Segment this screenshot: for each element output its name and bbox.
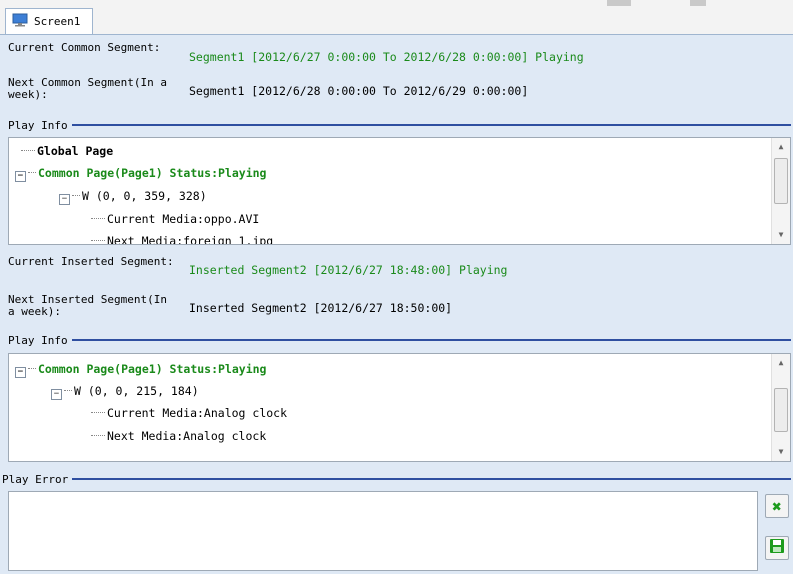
play-info-tree-1[interactable]: Global Page − Common Page(Page1) Status:P… <box>8 137 791 245</box>
scroll-down-icon[interactable]: ▼ <box>772 445 790 459</box>
clear-icon: ✖ <box>772 496 782 516</box>
current-common-segment-value: Segment1 [2012/6/27 0:00:00 To 2012/6/28… <box>189 50 584 64</box>
play-error-section-header: Play Error <box>2 472 791 486</box>
next-inserted-segment-label: Next Inserted Segment(In a week): <box>8 293 167 318</box>
current-inserted-segment-value: Inserted Segment2 [2012/6/27 18:48:00] P… <box>189 263 508 277</box>
tab-screen1[interactable]: Screen1 <box>5 8 93 34</box>
tree-node-window[interactable]: − W (0, 0, 359, 328) <box>59 189 207 205</box>
tree-node-next-media[interactable]: Next Media:Analog clock <box>91 429 266 443</box>
next-common-segment-value: Segment1 [2012/6/28 0:00:00 To 2012/6/29… <box>189 84 529 98</box>
collapse-icon[interactable]: − <box>59 194 70 205</box>
tree-node-current-media[interactable]: Current Media:Analog clock <box>91 406 287 420</box>
clear-errors-button[interactable]: ✖ <box>765 494 789 518</box>
vertical-scrollbar[interactable]: ▲ ▼ <box>771 138 790 244</box>
monitor-icon <box>12 13 28 30</box>
tab-bar: Screen1 <box>0 0 793 35</box>
scroll-thumb[interactable] <box>774 388 788 432</box>
tree-node-current-media[interactable]: Current Media:oppo.AVI <box>91 212 259 226</box>
collapse-icon[interactable]: − <box>51 389 62 400</box>
vertical-scrollbar[interactable]: ▲ ▼ <box>771 354 790 461</box>
next-common-segment-label: Next Common Segment(In a week): <box>8 76 167 101</box>
toolbar-grip <box>607 0 631 6</box>
play-error-title: Play Error <box>2 472 69 486</box>
play-info-title: Play Info <box>8 118 68 132</box>
save-errors-button[interactable] <box>765 536 789 560</box>
tree-node-next-media[interactable]: Next Media:foreign_1.jpg <box>91 234 273 244</box>
current-common-segment-label: Current Common Segment: <box>8 41 161 54</box>
scroll-up-icon[interactable]: ▲ <box>772 140 790 154</box>
scroll-thumb[interactable] <box>774 158 788 204</box>
play-info-tree-2[interactable]: − Common Page(Page1) Status:Playing − W (0… <box>8 353 791 462</box>
play-info-section-header: Play Info <box>8 333 791 347</box>
tree-node-window[interactable]: − W (0, 0, 215, 184) <box>51 384 199 400</box>
collapse-icon[interactable]: − <box>15 367 26 378</box>
tab-label: Screen1 <box>34 15 81 28</box>
tree-node-common-page[interactable]: − Common Page(Page1) Status:Playing <box>15 362 266 378</box>
tree-node-common-page[interactable]: − Common Page(Page1) Status:Playing <box>15 166 266 182</box>
play-info-section-header: Play Info <box>8 118 791 132</box>
play-error-textbox[interactable] <box>8 491 758 571</box>
play-info-title: Play Info <box>8 333 68 347</box>
current-inserted-segment-label: Current Inserted Segment: <box>8 255 174 268</box>
scroll-up-icon[interactable]: ▲ <box>772 356 790 370</box>
save-icon <box>769 538 785 558</box>
tree-node-global-page[interactable]: Global Page <box>21 144 113 158</box>
play-error-text <box>9 492 757 500</box>
collapse-icon[interactable]: − <box>15 171 26 182</box>
toolbar-grip <box>690 0 706 6</box>
scroll-down-icon[interactable]: ▼ <box>772 228 790 242</box>
next-inserted-segment-value: Inserted Segment2 [2012/6/27 18:50:00] <box>189 301 453 315</box>
